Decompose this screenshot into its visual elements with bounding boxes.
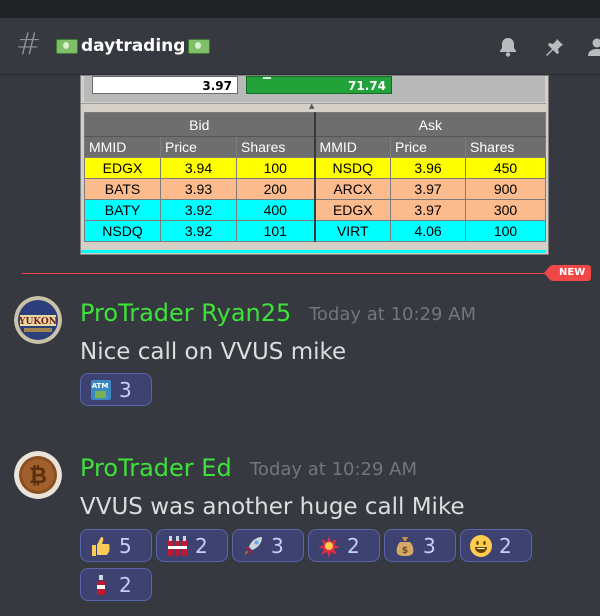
- reaction-count: 2: [119, 572, 132, 597]
- reaction-bottles[interactable]: 2: [156, 529, 228, 562]
- table-row: BATS 3.93 200 ARCX 3.97 900: [84, 178, 547, 200]
- reaction-count: 3: [271, 533, 284, 558]
- message-text: Nice call on VVUS mike: [80, 339, 347, 365]
- reaction-count: 2: [347, 533, 360, 558]
- svg-text:YUKON: YUKON: [18, 317, 57, 327]
- reaction-money-bag[interactable]: $ 3: [384, 529, 456, 562]
- message-text: VVUS was another huge call Mike: [80, 494, 465, 520]
- column-header: Shares: [465, 136, 547, 158]
- order-book-table: Bid Ask MMID Price Shares MMID Price Sha…: [83, 112, 547, 242]
- table-cell: 3.93: [160, 178, 237, 200]
- splitter: ▲: [81, 102, 546, 112]
- table-cell: BATS: [84, 178, 161, 200]
- yukon-logo-icon: YUKON: [14, 296, 62, 344]
- new-messages-divider: [22, 273, 552, 274]
- table-cell: 3.92: [160, 220, 237, 242]
- channel-title: daytrading: [53, 36, 213, 56]
- avatar[interactable]: YUKON: [14, 296, 62, 344]
- table-cell: 3.92: [160, 199, 237, 221]
- bitcoin-logo-icon: ₿: [14, 451, 62, 499]
- table-row: EDGX 3.94 100 NSDQ 3.96 450: [84, 157, 547, 179]
- message-timestamp: Today at 10:29 AM: [250, 459, 418, 480]
- bottle-icon: [89, 573, 113, 597]
- dollar-bill-icon: [188, 38, 211, 54]
- svg-text:₿: ₿: [29, 464, 47, 489]
- table-cell: 100: [235, 157, 316, 179]
- avatar[interactable]: ₿: [14, 451, 62, 499]
- column-header: Shares: [235, 136, 316, 158]
- members-icon[interactable]: [586, 36, 600, 58]
- table-cell: 3.97: [390, 199, 467, 221]
- reaction-thumbs-up[interactable]: 5: [80, 529, 152, 562]
- reaction-count: 5: [119, 533, 132, 558]
- bid-price-box: 3.97: [92, 76, 238, 94]
- level2-screenshot[interactable]: 3.97 71.74 ▲ Bid Ask MMID Price Shares M…: [80, 75, 549, 255]
- reaction-bottle[interactable]: 2: [80, 568, 152, 601]
- table-cell: 200: [235, 178, 316, 200]
- reaction-smiley[interactable]: 2: [460, 529, 532, 562]
- message-author[interactable]: ProTrader Ryan25: [80, 299, 291, 327]
- bell-icon[interactable]: [497, 36, 519, 58]
- reaction-count: 3: [423, 533, 436, 558]
- atm-icon: ATM: [89, 378, 113, 402]
- reaction-count: 2: [195, 533, 208, 558]
- app-title-bar: [0, 0, 600, 18]
- thumbs-up-icon: [89, 534, 113, 558]
- message-author[interactable]: ProTrader Ed: [80, 454, 232, 482]
- table-cell: EDGX: [313, 199, 392, 221]
- table-cell: 300: [465, 199, 547, 221]
- svg-text:$: $: [402, 546, 408, 556]
- table-cell: NSDQ: [313, 157, 392, 179]
- table-cell: 3.94: [160, 157, 237, 179]
- bottles-icon: [165, 534, 189, 558]
- table-cell: EDGX: [84, 157, 161, 179]
- reaction-atm[interactable]: ATM 3: [80, 373, 152, 406]
- dollar-bill-icon: [56, 38, 78, 54]
- table-cell: 400: [235, 199, 316, 221]
- column-header: MMID: [84, 136, 161, 158]
- reaction-count: 2: [499, 533, 512, 558]
- ask-header: Ask: [313, 112, 547, 137]
- new-badge: NEW: [543, 265, 592, 281]
- reaction-boom[interactable]: 2: [308, 529, 380, 562]
- bid-header: Bid: [83, 112, 316, 137]
- channel-name: daytrading: [81, 36, 186, 56]
- message-timestamp: Today at 10:29 AM: [309, 304, 477, 325]
- ask-price-box: 71.74: [246, 76, 392, 94]
- column-header: MMID: [313, 136, 392, 158]
- table-cell: BATY: [84, 199, 161, 221]
- table-cell: VIRT: [313, 220, 392, 242]
- table-cell: ARCX: [313, 178, 392, 200]
- table-bottom-strip: [81, 250, 546, 253]
- rocket-icon: [241, 534, 265, 558]
- table-cell: 3.97: [390, 178, 467, 200]
- table-cell: 4.06: [390, 220, 467, 242]
- pin-icon[interactable]: [543, 36, 565, 58]
- boom-icon: [317, 534, 341, 558]
- text-channel-icon: #: [16, 27, 42, 62]
- table-cell: 900: [465, 178, 547, 200]
- table-cell: 100: [465, 220, 547, 242]
- channel-header: # daytrading: [0, 18, 600, 75]
- reaction-rocket[interactable]: 3: [232, 529, 304, 562]
- svg-text:ATM: ATM: [92, 382, 109, 390]
- table-cell: 101: [235, 220, 316, 242]
- column-header: Price: [160, 136, 237, 158]
- smiley-icon: [469, 534, 493, 558]
- quote-strip: 3.97 71.74: [84, 76, 545, 102]
- table-cell: NSDQ: [84, 220, 161, 242]
- table-cell: 3.96: [390, 157, 467, 179]
- reaction-count: 3: [119, 377, 132, 402]
- table-row: BATY 3.92 400 EDGX 3.97 300: [84, 199, 547, 221]
- money-bag-icon: $: [393, 534, 417, 558]
- table-cell: 450: [465, 157, 547, 179]
- table-row: NSDQ 3.92 101 VIRT 4.06 100: [84, 220, 547, 242]
- column-header: Price: [390, 136, 467, 158]
